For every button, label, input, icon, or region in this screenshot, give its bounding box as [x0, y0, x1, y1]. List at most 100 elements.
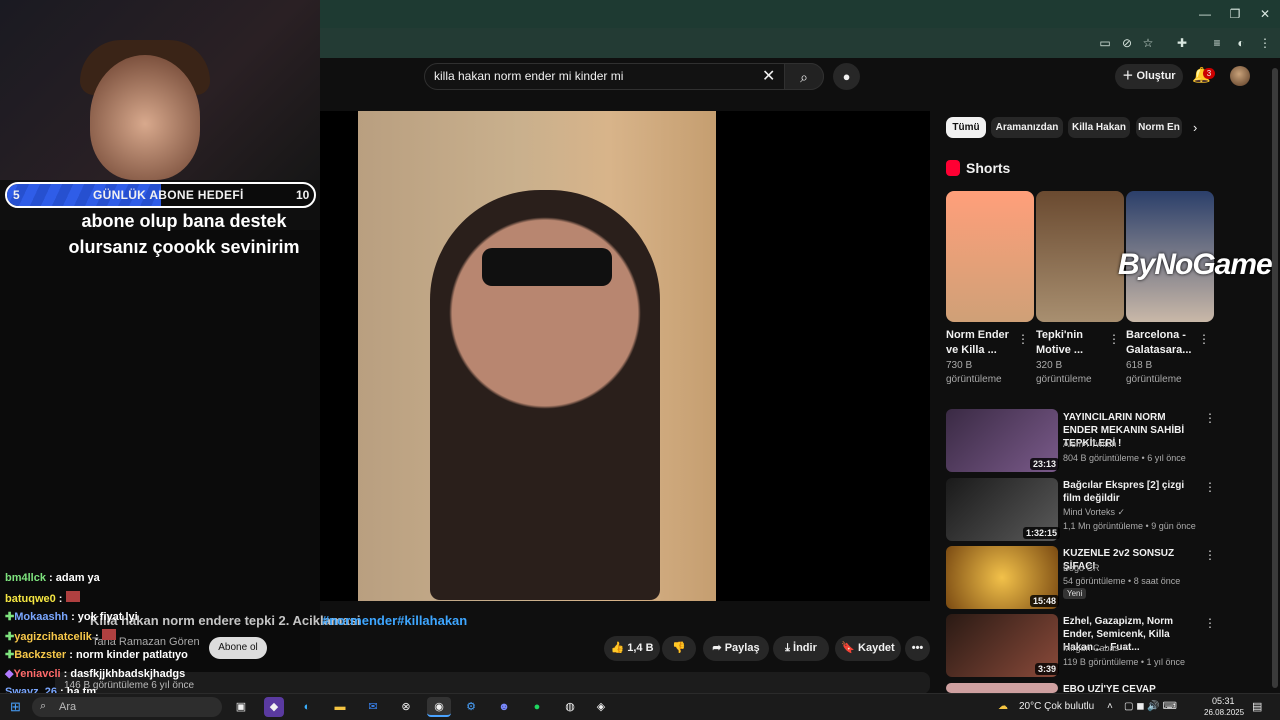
- short-title[interactable]: Tepki'nin Motive ...: [1036, 328, 1102, 358]
- plus-icon: ＋: [1122, 70, 1137, 82]
- notification-badge: 3: [1203, 68, 1215, 79]
- more-vert-icon[interactable]: ⋮: [1108, 332, 1120, 346]
- chrome-icon[interactable]: ◉: [427, 697, 451, 717]
- xbox-icon[interactable]: ⊗: [396, 697, 416, 717]
- menu-icon[interactable]: ⋮: [1256, 34, 1274, 52]
- notification-center-icon[interactable]: ▤: [1252, 700, 1262, 713]
- chip-from-search[interactable]: Aramanızdan: [991, 117, 1063, 138]
- clock-time[interactable]: 05:31: [1212, 696, 1235, 706]
- chat-message: ✚yagizcihatcelik :: [5, 629, 116, 643]
- chip-norm-ender[interactable]: Norm En: [1136, 117, 1182, 138]
- emote-icon: [65, 591, 80, 602]
- channel-name[interactable]: Mirgün Cabas ✓: [1063, 643, 1129, 654]
- more-vert-icon[interactable]: ⋮: [1017, 332, 1029, 346]
- more-actions-button[interactable]: •••: [905, 636, 930, 661]
- badge-icon: ✚: [5, 611, 15, 623]
- channel-name[interactable]: Bogo CR: [1063, 563, 1100, 573]
- emote-icon: [101, 629, 116, 640]
- profile-icon[interactable]: ◐: [1232, 34, 1250, 52]
- screen-icon[interactable]: ▭: [1096, 34, 1114, 52]
- thumbs-down-icon: 👎: [672, 642, 686, 654]
- more-vert-icon[interactable]: ⋮: [1204, 616, 1216, 630]
- chevron-right-icon[interactable]: ›: [1193, 120, 1197, 135]
- edge-icon[interactable]: ◐: [297, 697, 317, 717]
- chip-all[interactable]: Tümü: [946, 117, 986, 138]
- weather-text[interactable]: 20°C Çok bulutlu: [1019, 701, 1094, 712]
- short-title[interactable]: Norm Ender ve Killa ...: [946, 328, 1012, 358]
- avatar[interactable]: [1230, 66, 1250, 86]
- chat-message: batuqwe0 :: [5, 591, 80, 605]
- chat-user: Backzster: [14, 649, 67, 661]
- video-duration: 3:39: [1035, 663, 1060, 675]
- thumbs-up-icon: 👍: [610, 642, 628, 654]
- close-window-button[interactable]: ✕: [1250, 6, 1280, 22]
- video-meta: 54 görüntüleme • 8 saat önce: [1063, 576, 1181, 586]
- task-view-icon[interactable]: ▣: [231, 697, 251, 717]
- video-thumbnail[interactable]: [946, 683, 1058, 693]
- video-duration: 23:13: [1030, 458, 1060, 470]
- minimize-button[interactable]: —: [1190, 6, 1220, 22]
- video-title[interactable]: Bağcılar Ekspres [2] çizgi film değildir: [1063, 479, 1201, 505]
- clear-search-icon[interactable]: ✕: [762, 66, 775, 86]
- copilot-icon[interactable]: ◆: [264, 697, 284, 717]
- watermark-logo: ByNoGame: [1118, 248, 1273, 281]
- discord-icon[interactable]: ☻: [494, 697, 514, 717]
- tray-icons[interactable]: ▢ ◼ 🔊 ⌨: [1124, 701, 1177, 712]
- mic-icon[interactable]: ●: [833, 63, 860, 90]
- more-vert-icon[interactable]: ⋮: [1198, 332, 1210, 346]
- download-icon: ⤓: [785, 642, 794, 654]
- short-thumbnail[interactable]: [1036, 191, 1124, 322]
- video-hashtags[interactable]: #normender#killahakan: [322, 613, 467, 628]
- search-query[interactable]: killa hakan norm ender mi kinder mi: [434, 69, 623, 83]
- eye-off-icon[interactable]: ⊘: [1118, 34, 1136, 52]
- short-title[interactable]: Barcelona - Galatasara...: [1126, 328, 1192, 358]
- short-views: 618 B görüntüleme: [1126, 360, 1182, 385]
- save-button[interactable]: 🔖 Kaydet: [835, 636, 901, 661]
- chat-text: : dasfkjjkhbadskjhadgs: [63, 668, 186, 680]
- maximize-button[interactable]: ❐: [1220, 6, 1250, 22]
- channel-name[interactable]: Alem-i Twitch: [1063, 439, 1116, 449]
- share-button[interactable]: ➦ Paylaş: [703, 636, 769, 661]
- goal-target: 10: [296, 188, 310, 202]
- bookmark-icon: 🔖: [841, 642, 859, 654]
- chat-text: :: [58, 593, 63, 605]
- like-button[interactable]: 👍 1,4 B: [604, 636, 660, 661]
- clock-date[interactable]: 26.08.2025: [1204, 708, 1244, 717]
- search-icon: ⌕: [40, 700, 47, 712]
- short-views: 730 B görüntüleme: [946, 360, 1002, 385]
- badge-icon: ✚: [5, 631, 15, 643]
- puzzle-icon[interactable]: ✚: [1173, 34, 1191, 52]
- support-message: abone olup bana destek olursanız çoookk …: [68, 211, 300, 257]
- star-icon[interactable]: ☆: [1139, 34, 1157, 52]
- dislike-button[interactable]: 👎: [662, 636, 696, 661]
- obs-icon[interactable]: ◍: [560, 697, 580, 717]
- more-vert-icon[interactable]: ⋮: [1204, 548, 1216, 562]
- chat-user: bm4llck: [5, 572, 46, 584]
- chevron-up-icon[interactable]: ˄: [1107, 701, 1113, 712]
- outlook-icon[interactable]: ✉: [363, 697, 383, 717]
- download-button[interactable]: ⤓ İndir: [773, 636, 829, 661]
- search-icon[interactable]: ⌕: [784, 63, 824, 90]
- file-explorer-icon[interactable]: ▬: [330, 697, 350, 717]
- subscribe-button[interactable]: Abone ol: [209, 637, 267, 659]
- more-vert-icon[interactable]: ⋮: [1204, 480, 1216, 494]
- more-vert-icon[interactable]: ⋮: [1204, 411, 1216, 425]
- channel-name[interactable]: Mind Vorteks ✓: [1063, 507, 1125, 518]
- chat-message: ◆Yeniavcli : dasfkjjkhbadskjhadgs: [5, 667, 185, 680]
- windows-start-icon[interactable]: ⊞: [10, 699, 21, 715]
- steam-icon[interactable]: ⚙: [461, 697, 481, 717]
- like-count: 1,4 B: [627, 642, 654, 654]
- spotify-icon[interactable]: ●: [527, 697, 547, 717]
- chat-message: bm4llck : adam ya: [5, 572, 100, 584]
- chat-user: Yeniavcli: [13, 668, 61, 680]
- short-thumbnail[interactable]: [946, 191, 1034, 322]
- scrollbar[interactable]: [1272, 68, 1278, 688]
- share-icon: ➦: [712, 642, 725, 654]
- short-views: 320 B görüntüleme: [1036, 360, 1092, 385]
- media-icon[interactable]: ≡: [1208, 34, 1226, 52]
- save-label: Kaydet: [858, 642, 895, 654]
- shorts-icon: [946, 160, 960, 176]
- chip-killa-hakan[interactable]: Killa Hakan: [1068, 117, 1130, 138]
- create-button[interactable]: ＋ Oluştur: [1115, 64, 1183, 89]
- app-icon[interactable]: ◈: [591, 697, 611, 717]
